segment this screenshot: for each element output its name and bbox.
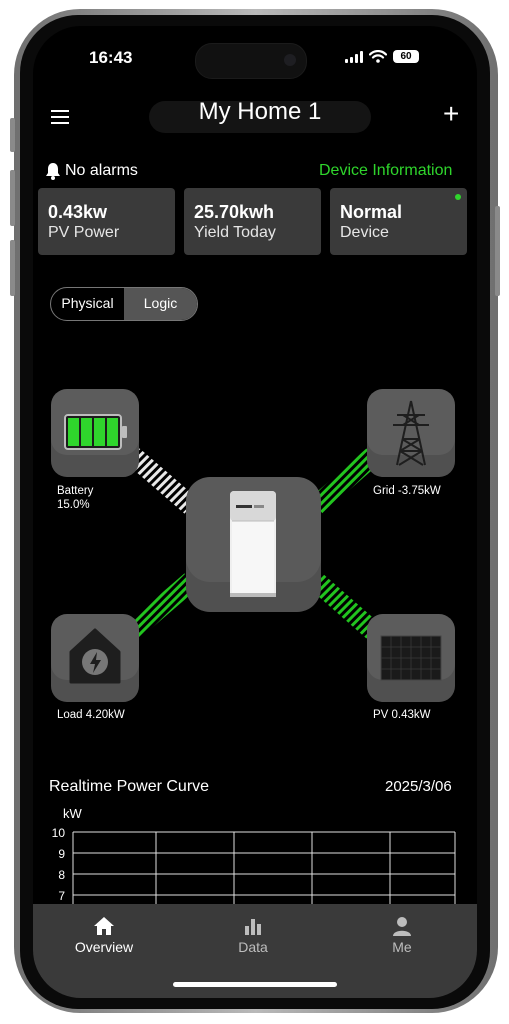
bar-chart-icon: [245, 919, 261, 935]
chart-unit: kW: [63, 806, 82, 821]
y-tick-10: 10: [51, 826, 65, 840]
tab-me[interactable]: Me: [347, 910, 457, 955]
home-indicator[interactable]: [173, 982, 337, 987]
tab-data[interactable]: Data: [198, 910, 308, 955]
y-tick-7: 7: [58, 889, 65, 903]
tab-me-label: Me: [392, 939, 412, 955]
grid-label: Grid -3.75kW: [373, 485, 441, 497]
power-chart-grid: [72, 831, 456, 906]
grid-node[interactable]: [367, 389, 455, 477]
load-label: Load 4.20kW: [57, 709, 125, 721]
load-node[interactable]: [51, 614, 139, 702]
battery-label: Battery 15.0%: [57, 484, 93, 512]
inverter-device-icon: [230, 491, 276, 597]
battery-node[interactable]: [51, 389, 139, 477]
power-button: [495, 206, 500, 296]
battery-icon: [64, 414, 127, 450]
solar-panel-icon: [380, 635, 442, 681]
tab-overview-label: Overview: [74, 939, 134, 955]
battery-name: Battery: [57, 485, 94, 497]
home-load-icon: [69, 628, 121, 684]
pv-link: [309, 573, 380, 639]
pv-label: PV 0.43kW: [373, 709, 431, 721]
y-tick-8: 8: [58, 868, 65, 882]
pv-node[interactable]: [367, 614, 455, 702]
volume-down-button: [10, 240, 15, 296]
battery-percent: 15.0%: [57, 499, 90, 511]
battery-link: [126, 448, 198, 514]
chart-date[interactable]: 2025/3/06: [385, 778, 452, 795]
grid-link: [309, 448, 380, 514]
home-icon: [94, 917, 114, 935]
app-screen: 16:43 60 My Home 1 + No alarms Device In…: [33, 26, 477, 998]
y-tick-9: 9: [58, 847, 65, 861]
tab-overview[interactable]: Overview: [49, 910, 159, 955]
inverter-node[interactable]: [186, 477, 321, 612]
tab-data-label: Data: [238, 939, 268, 955]
chart-title: Realtime Power Curve: [49, 778, 210, 795]
load-link: [126, 573, 198, 639]
volume-up-button: [10, 170, 15, 226]
action-button: [10, 118, 15, 152]
person-icon: [393, 917, 411, 936]
transmission-tower-icon: [393, 400, 429, 466]
